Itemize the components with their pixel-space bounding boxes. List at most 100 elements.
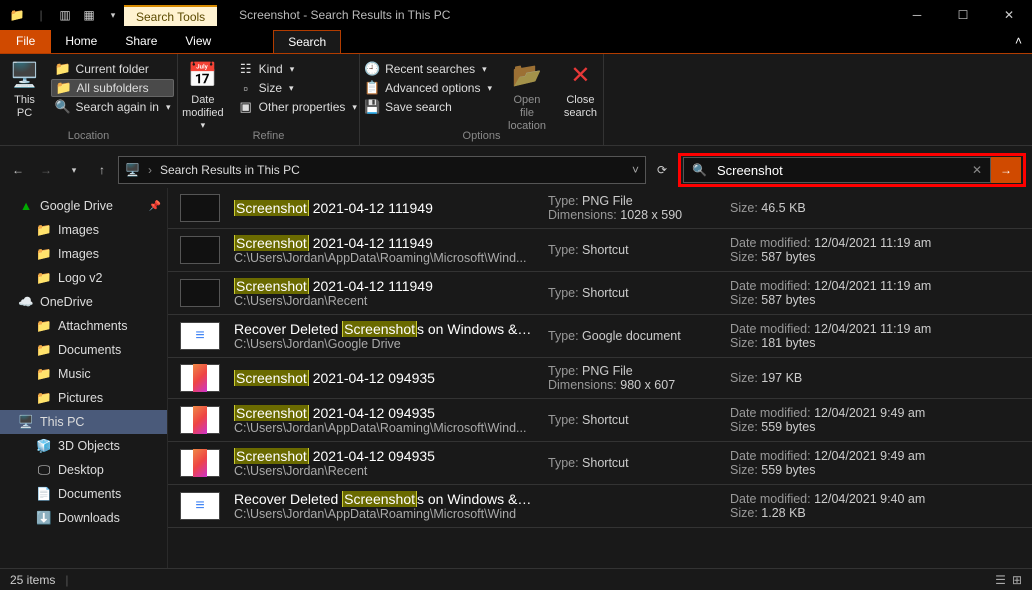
search-input[interactable] — [717, 163, 962, 178]
tree-item[interactable]: 🖵Desktop — [0, 458, 167, 482]
minimize-button[interactable]: ─ — [894, 0, 940, 30]
qat-sep: | — [30, 4, 52, 26]
tree-item[interactable]: 📄Documents — [0, 482, 167, 506]
close-button[interactable]: ✕ — [986, 0, 1032, 30]
search-highlight: Screenshot — [234, 235, 309, 251]
tab-view[interactable]: View — [171, 30, 225, 53]
folder-icon: 📁 — [36, 246, 52, 262]
result-row[interactable]: Screenshot 2021-04-12 111949C:\Users\Jor… — [168, 229, 1032, 272]
close-icon: ✕ — [564, 60, 596, 92]
clear-search-icon[interactable]: ✕ — [972, 163, 982, 177]
details-view-icon[interactable]: ☰ — [995, 573, 1006, 587]
size-option[interactable]: ▫Size▾ — [234, 79, 361, 97]
address-bar[interactable]: 🖥️ › Search Results in This PC ˅ — [118, 156, 646, 184]
tree-item-label: Music — [58, 367, 91, 381]
tree-item[interactable]: 📁Images — [0, 242, 167, 266]
kind-option[interactable]: ☷Kind▾ — [234, 60, 361, 78]
all-subfolders-option[interactable]: 📁All subfolders — [51, 79, 175, 97]
folder-icon: 📁 — [56, 80, 72, 96]
search-icon: 🔍 — [692, 163, 707, 177]
large-icons-view-icon[interactable]: ⊞ — [1012, 573, 1022, 587]
forward-button[interactable]: → — [34, 158, 58, 182]
tree-item[interactable]: 📁 Images — [0, 218, 167, 242]
tree-item[interactable]: ▲Google Drive📌 — [0, 194, 167, 218]
desktop-icon: 🖵 — [36, 462, 52, 478]
search-highlight: Screenshot — [234, 405, 309, 421]
qat-dropdown-icon[interactable]: ▾ — [102, 4, 124, 26]
result-row[interactable]: Screenshot 2021-04-12 094935 Type: PNG Fi… — [168, 358, 1032, 399]
properties-icon: ▣ — [238, 99, 254, 115]
result-meta-col: Date modified: 12/04/2021 9:49 amSize: 5… — [730, 406, 925, 434]
result-meta-col: Date modified: 12/04/2021 11:19 amSize: … — [730, 279, 931, 307]
tree-item-label: Images — [58, 223, 99, 237]
tab-share[interactable]: Share — [111, 30, 171, 53]
result-row[interactable]: Screenshot 2021-04-12 094935C:\Users\Jor… — [168, 442, 1032, 485]
tree-item[interactable]: 📁Documents — [0, 338, 167, 362]
properties-icon[interactable]: ▥ — [54, 4, 76, 26]
tree-item[interactable]: ☁️OneDrive — [0, 290, 167, 314]
result-row[interactable]: ≡Recover Deleted Screenshots on Windows … — [168, 315, 1032, 358]
search-results[interactable]: Screenshot 2021-04-12 111949 Type: PNG Fi… — [168, 188, 1032, 576]
tree-item[interactable]: 📁Pictures — [0, 386, 167, 410]
result-meta-col: Size: 197 KB — [730, 371, 802, 385]
result-row[interactable]: ≡Recover Deleted Screenshots on Windows … — [168, 485, 1032, 528]
tab-search[interactable]: Search — [273, 30, 341, 53]
refresh-button[interactable]: ⟳ — [650, 163, 674, 177]
up-button[interactable]: ↑ — [90, 158, 114, 182]
back-button[interactable]: ← — [6, 158, 30, 182]
other-properties-label: Other properties — [259, 100, 346, 114]
window-title: Screenshot - Search Results in This PC — [239, 8, 450, 22]
this-pc-button[interactable]: 🖥️ This PC — [3, 58, 47, 122]
tree-item[interactable]: 🖥️This PC — [0, 410, 167, 434]
tab-home[interactable]: Home — [51, 30, 111, 53]
search-tools-context-tab[interactable]: Search Tools — [124, 5, 217, 26]
search-go-button[interactable]: → — [991, 157, 1021, 183]
chevron-down-icon[interactable]: ˅ — [632, 163, 639, 177]
tree-item[interactable]: 🧊3D Objects — [0, 434, 167, 458]
close-search-label: Close search — [564, 94, 597, 120]
explorer-icon: 📁 — [6, 4, 28, 26]
result-type-col: Type: PNG FileDimensions: 980 x 607 — [548, 364, 716, 392]
navigation-pane[interactable]: ▲Google Drive📌📁Images📁Images📁Logo v2☁️On… — [0, 188, 168, 576]
kind-label: Kind — [259, 62, 283, 76]
pc-icon: 🖥️ — [125, 163, 140, 177]
save-search-option[interactable]: 💾Save search — [360, 98, 496, 116]
folder-icon: 📁 — [36, 222, 52, 238]
result-row[interactable]: Screenshot 2021-04-12 111949C:\Users\Jor… — [168, 272, 1032, 315]
recent-locations-icon[interactable]: ▾ — [62, 158, 86, 182]
result-name: Screenshot 2021-04-12 111949 — [234, 200, 534, 216]
gdrive-icon: ▲ — [18, 198, 34, 214]
result-name: Screenshot 2021-04-12 094935 — [234, 370, 534, 386]
search-again-in-option[interactable]: 🔍Search again in▾ — [51, 98, 175, 116]
result-name: Screenshot 2021-04-12 111949 — [234, 235, 534, 251]
tree-item-label: Documents — [58, 343, 121, 357]
open-file-location-label: Open file location — [508, 94, 546, 134]
result-row[interactable]: Screenshot 2021-04-12 094935C:\Users\Jor… — [168, 399, 1032, 442]
new-folder-icon[interactable]: ▦ — [78, 4, 100, 26]
refine-group-label: Refine — [178, 130, 359, 142]
3d-icon: 🧊 — [36, 438, 52, 454]
recent-searches-option[interactable]: 🕘Recent searches▾ — [360, 60, 496, 78]
tree-item[interactable]: 📁Music — [0, 362, 167, 386]
advanced-options[interactable]: 📋Advanced options▾ — [360, 79, 496, 97]
close-search-button[interactable]: ✕ Close search — [558, 58, 603, 122]
search-highlight: Screenshot — [342, 321, 417, 337]
thumbnail — [180, 406, 220, 434]
search-box[interactable]: 🔍 ✕ — [683, 157, 991, 183]
tree-item[interactable]: 📁Attachments — [0, 314, 167, 338]
search-highlight: Screenshot — [234, 278, 309, 294]
ribbon-tabs: File Home Share View Search ˄ — [0, 30, 1032, 54]
open-file-location-button[interactable]: 📂 Open file location — [502, 58, 552, 136]
maximize-button[interactable]: ☐ — [940, 0, 986, 30]
tree-item[interactable]: 📁Logo v2 — [0, 266, 167, 290]
other-properties-option[interactable]: ▣Other properties▾ — [234, 98, 361, 116]
result-row[interactable]: Screenshot 2021-04-12 111949Type: PNG Fi… — [168, 188, 1032, 229]
result-type-col: Type: Shortcut — [548, 413, 716, 427]
date-modified-button[interactable]: 📅 Date modified▾ — [176, 58, 230, 133]
tree-item[interactable]: ⬇️Downloads — [0, 506, 167, 530]
this-pc-label: This PC — [9, 94, 41, 120]
collapse-ribbon-icon[interactable]: ˄ — [1005, 30, 1032, 53]
options-group-label: Options — [360, 130, 603, 142]
tab-file[interactable]: File — [0, 30, 51, 53]
current-folder-option[interactable]: 📁Current folder — [51, 60, 175, 78]
